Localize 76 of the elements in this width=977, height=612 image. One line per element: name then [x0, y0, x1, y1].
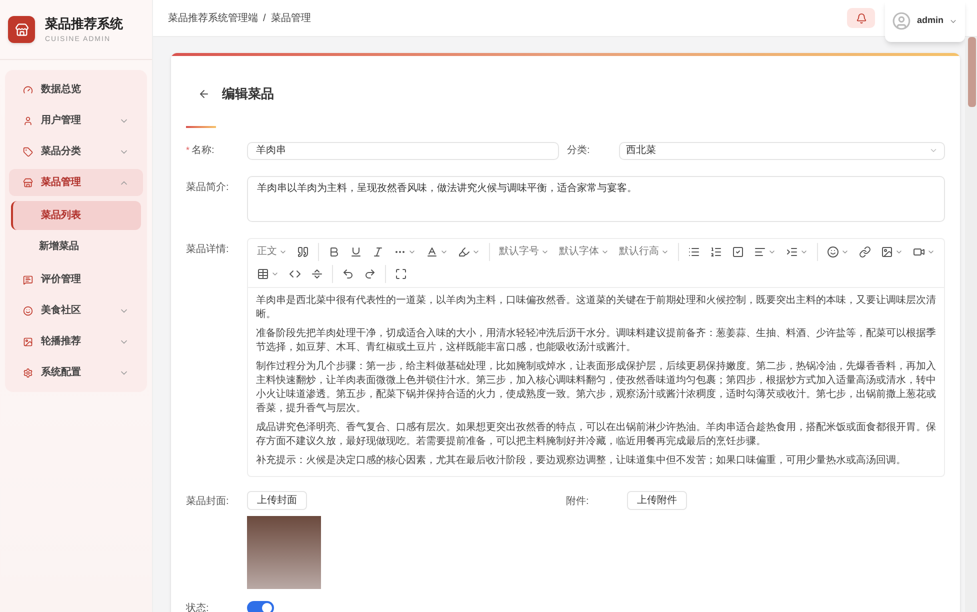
username: admin — [916, 14, 944, 28]
field-label: 分类: — [566, 144, 591, 158]
user-menu[interactable]: admin — [885, 0, 965, 42]
user-icon — [23, 116, 33, 126]
link-icon — [859, 246, 871, 258]
field-label: 菜品简介: — [186, 180, 230, 194]
image-icon — [881, 246, 893, 258]
menu-item[interactable]: 系统配置 — [9, 359, 143, 386]
undo-icon — [342, 268, 354, 280]
settings-icon — [23, 368, 33, 378]
field-label: 附件: — [566, 494, 590, 508]
smile-icon — [23, 306, 33, 316]
upload-cover-button[interactable]: 上传封面 — [247, 490, 307, 510]
scrollbar-thumb[interactable] — [968, 37, 976, 107]
code-icon — [289, 268, 301, 280]
breadcrumb-item[interactable]: 菜品管理 — [270, 10, 311, 26]
editor-paragraph: 补充提示：火候是决定口感的核心因素，尤其在最后收汁阶段，要边观察边调整，让味道集中但不发苦；如果口味偏重，可用少量热水或高汤回调。 — [256, 454, 907, 468]
table-icon — [257, 268, 269, 280]
field-label: 菜品封面: — [186, 494, 230, 508]
menu-item[interactable]: 轮播推荐 — [9, 328, 143, 355]
numbered-list-icon — [710, 246, 722, 258]
divider-icon — [311, 268, 323, 280]
toolbar-dropdown[interactable]: 默认字号 — [494, 240, 554, 262]
status-toggle[interactable] — [247, 601, 274, 612]
upload-attachment-button[interactable]: 上传附件 — [627, 490, 687, 510]
chat-icon — [23, 274, 33, 284]
avatar-icon — [892, 11, 911, 31]
breadcrumb-separator: / — [263, 12, 266, 26]
image-icon — [23, 336, 33, 346]
toolbar-dropdown[interactable]: 正文 — [252, 240, 292, 262]
underline-icon — [350, 246, 362, 258]
required-mark: * — [186, 144, 190, 157]
name-input[interactable]: 羊肉串 — [247, 142, 559, 160]
breadcrumb-item[interactable]: 菜品推荐系统管理端 — [168, 10, 258, 26]
checkbox-icon — [732, 246, 744, 258]
emoji-icon — [827, 246, 839, 258]
tag-icon — [23, 146, 33, 156]
logo-icon — [8, 16, 35, 43]
editor-paragraph: 成品讲究色泽明亮、香气复合、口感有层次。如果想更突出孜然香的特点，可以在出锅前淋少许热油。羊肉串适合趁热食用，搭配米饭或面食都很开胃。保存方面不建议久放，最好现做现吃。若需要提前准备，可以把主料腌制好并冷藏，临近用餐再完成最后的烹饪步骤。 — [256, 420, 936, 448]
field-label: 菜品详情: — [186, 242, 230, 256]
video-icon — [913, 246, 925, 258]
italic-icon — [372, 246, 384, 258]
select-value: 西北菜 — [626, 144, 657, 158]
store-icon — [23, 178, 33, 188]
notification-button[interactable] — [847, 8, 875, 28]
indent-icon — [786, 246, 798, 258]
toolbar-dropdown[interactable]: 默认行高 — [614, 240, 674, 262]
menu-item[interactable]: 数据总览 — [9, 76, 143, 103]
menu-item[interactable]: 用户管理 — [9, 107, 143, 134]
toolbar-dropdown[interactable]: 默认字体 — [554, 240, 614, 262]
fullscreen-icon — [395, 268, 407, 280]
page-title: 编辑菜品 — [222, 85, 274, 103]
submenu-item[interactable]: 菜品列表 — [11, 201, 141, 230]
menu-item[interactable]: 菜品分类 — [9, 138, 143, 165]
submenu-item[interactable]: 新增菜品 — [11, 232, 141, 261]
field-label: 名称: — [192, 144, 214, 158]
bold-icon — [328, 246, 340, 258]
highlight-icon — [458, 246, 470, 258]
intro-textarea[interactable]: 羊肉串以羊肉为主料，呈现孜然香风味，做法讲究火候与调味平衡，适合家常与宴客。 — [247, 176, 945, 222]
menu-item[interactable]: 菜品管理 — [9, 169, 143, 196]
back-arrow-icon[interactable] — [198, 88, 210, 100]
category-select[interactable]: 西北菜 — [619, 142, 945, 160]
brand-title: 菜品推荐系统 — [45, 14, 123, 32]
chevron-down-icon — [929, 146, 938, 155]
font-color-icon — [426, 246, 438, 258]
menu-item[interactable]: 美食社区 — [9, 297, 143, 324]
editor-paragraph: 准备阶段先把羊肉处理干净，切成适合入味的大小，用清水轻轻冲洗后沥干水分。调味料建议提前备齐：葱姜蒜、生抽、料酒、少许盐等，配菜可以根据季节选择，如豆芽、木耳、青红椒或土豆片，这样既能丰富口感，也能吸收汤汁或酱汁。 — [256, 326, 936, 354]
editor-paragraph: 制作过程分为几个步骤：第一步，给主料做基础处理，比如腌制或焯水，让表面形成保护层，后续更易保持嫩度。第二步，热锅冷油，先爆香香料，再加入主料快速翻炒，让羊肉表面微微上色并锁住汁水。第三步，加入核心调味料翻匀，使孜然香味道均匀包裹；第四步，根据炒方式加入适量高汤或清水，转中小火让味道渗透。第五步，配菜下锅并保持合适的火力，使成熟度一致。第六步，观察汤汁或酱汁浓稠度，适时勾薄芡或收汁。第七步，出锅前撒上葱花或香菜，提升香气与层次。 — [256, 360, 936, 416]
bell-icon — [856, 12, 866, 24]
menu-item[interactable]: 评价管理 — [9, 266, 143, 293]
field-label: 状态: — [186, 602, 210, 612]
redo-icon — [364, 268, 376, 280]
editor-paragraph: 羊肉串是西北菜中很有代表性的一道菜，以羊肉为主料，口味偏孜然香。这道菜的关键在于前期处理和火候控制，既要突出主料的本味，又要让调味层次清晰。 — [256, 294, 936, 322]
align-icon — [754, 246, 766, 258]
gauge-icon — [23, 84, 33, 94]
quote-icon — [297, 246, 309, 258]
